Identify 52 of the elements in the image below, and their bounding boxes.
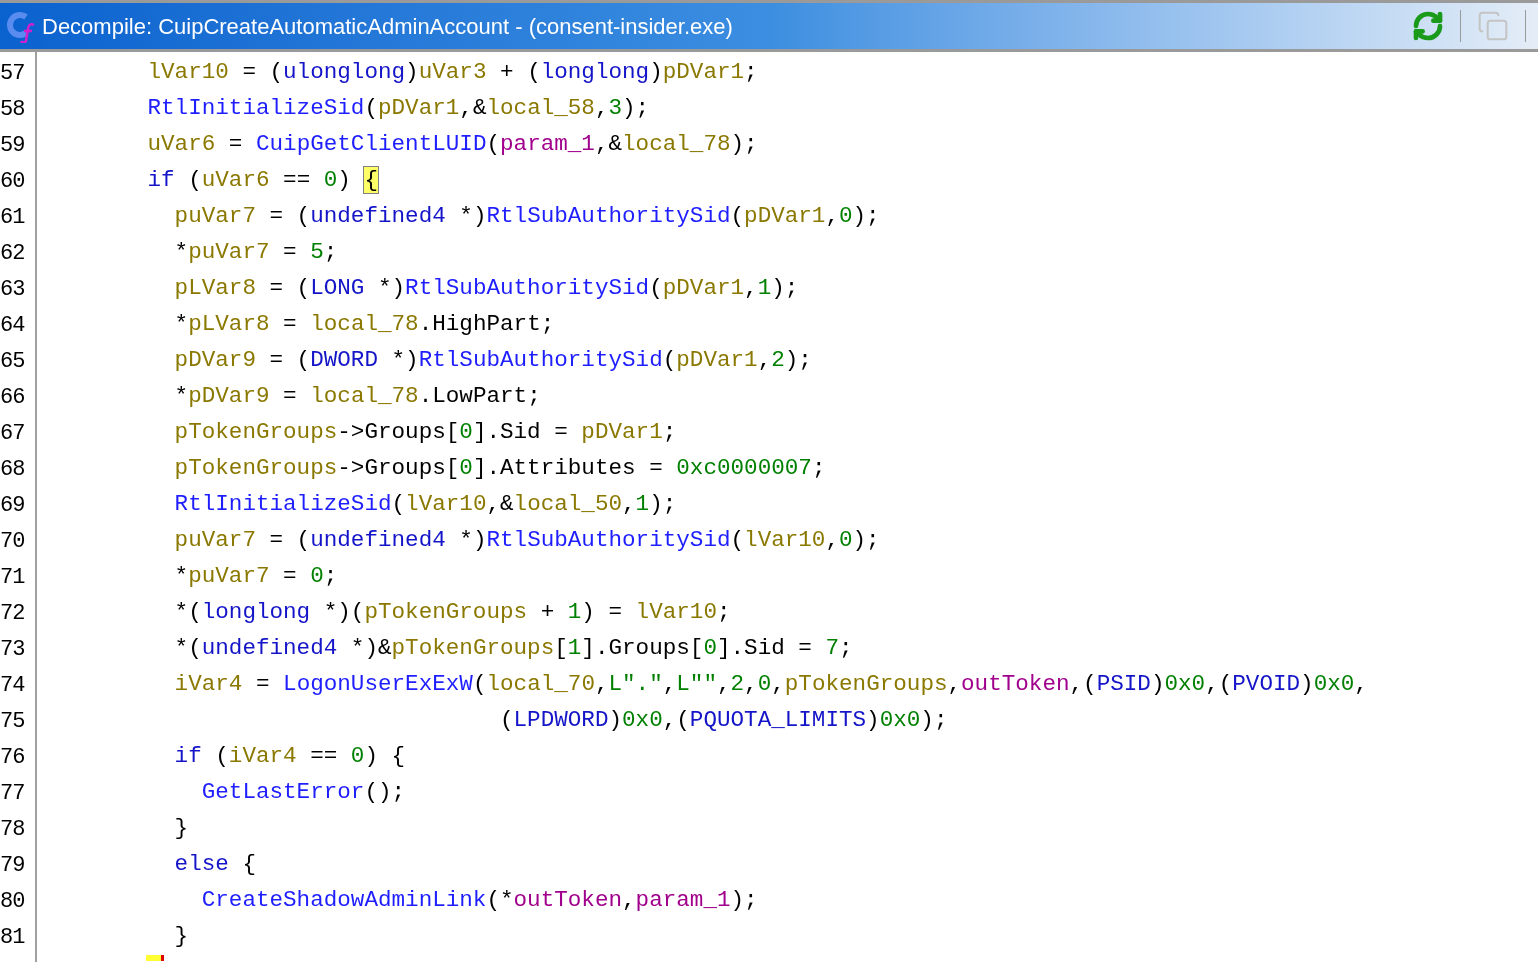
line-number: 69 — [0, 491, 26, 520]
line-number: 80 — [0, 887, 26, 916]
line-number: 61 — [0, 203, 26, 232]
line-number: 72 — [0, 599, 26, 628]
code-line: *puVar7 = 0; — [173, 562, 338, 592]
code-line: } — [173, 922, 189, 952]
line-number: 62 — [0, 239, 26, 268]
line-number: 75 — [0, 707, 26, 736]
line-number: 73 — [0, 635, 26, 664]
line-number: 78 — [0, 815, 26, 844]
code-line: *(longlong *)(pTokenGroups + 1) = lVar10; — [173, 598, 731, 628]
line-number: 63 — [0, 275, 26, 304]
code-line: *pDVar9 = local_78.LowPart; — [173, 382, 541, 412]
code-line: puVar7 = (undefined4 *)RtlSubAuthoritySid(pDVar1,0); — [173, 202, 880, 232]
window-title: Decompile: CuipCreateAutomaticAdminAccount - (consent-insider.exe) — [42, 12, 733, 41]
code-line: RtlInitializeSid(lVar10,&local_50,1); — [173, 490, 677, 520]
code-line: if (iVar4 == 0) { — [173, 742, 406, 772]
line-number: 58 — [0, 95, 26, 124]
line-number: 68 — [0, 455, 26, 484]
line-number: 67 — [0, 419, 26, 448]
code-line: pTokenGroups->Groups[0].Sid = pDVar1; — [173, 418, 677, 448]
code-line: *(undefined4 *)&pTokenGroups[1].Groups[0].Sid = 7; — [173, 634, 853, 664]
code-line: GetLastError(); — [200, 778, 406, 808]
line-number: 59 — [0, 131, 26, 160]
code-line: puVar7 = (undefined4 *)RtlSubAuthoritySid(lVar10,0); — [173, 526, 880, 556]
code-line: pDVar9 = (DWORD *)RtlSubAuthoritySid(pDVar1,2); — [173, 346, 812, 376]
code-line: } — [173, 814, 189, 844]
text-cursor-icon — [146, 955, 164, 961]
line-number: 70 — [0, 527, 26, 556]
code-line: (LPDWORD)0x0,(PQUOTA_LIMITS)0x0); — [499, 706, 948, 736]
line-number: 74 — [0, 671, 26, 700]
code-line: CreateShadowAdminLink(*outToken,param_1); — [200, 886, 758, 916]
line-number: 76 — [0, 743, 26, 772]
code-line: else { — [173, 850, 256, 880]
line-number: 79 — [0, 851, 26, 880]
line-number: 77 — [0, 779, 26, 808]
line-number: 64 — [0, 311, 26, 340]
code-line: RtlInitializeSid(pDVar1,&local_58,3); — [146, 94, 650, 124]
line-number: 66 — [0, 383, 26, 412]
code-line: if (uVar6 == 0) { — [146, 166, 378, 196]
code-line: iVar4 = LogonUserExExW(local_70,L".",L"",2,0,pTokenGroups,outToken,(PSID)0x0,(PVOID)0x0, — [173, 670, 1368, 700]
line-number: 65 — [0, 347, 26, 376]
code-line: pTokenGroups->Groups[0].Attributes = 0xc0000007; — [173, 454, 826, 484]
code-line: *puVar7 = 5; — [173, 238, 338, 268]
code-line: uVar6 = CuipGetClientLUID(param_1,&local_78); — [146, 130, 758, 160]
line-number: 57 — [0, 59, 26, 88]
code-line: *pLVar8 = local_78.HighPart; — [173, 310, 555, 340]
line-number: 60 — [0, 167, 26, 196]
line-number: 81 — [0, 923, 26, 952]
code-line: pLVar8 = (LONG *)RtlSubAuthoritySid(pDVar1,1); — [173, 274, 799, 304]
line-number: 71 — [0, 563, 26, 592]
code-line: lVar10 = (ulonglong)uVar3 + (longlong)pDVar1; — [146, 58, 758, 88]
